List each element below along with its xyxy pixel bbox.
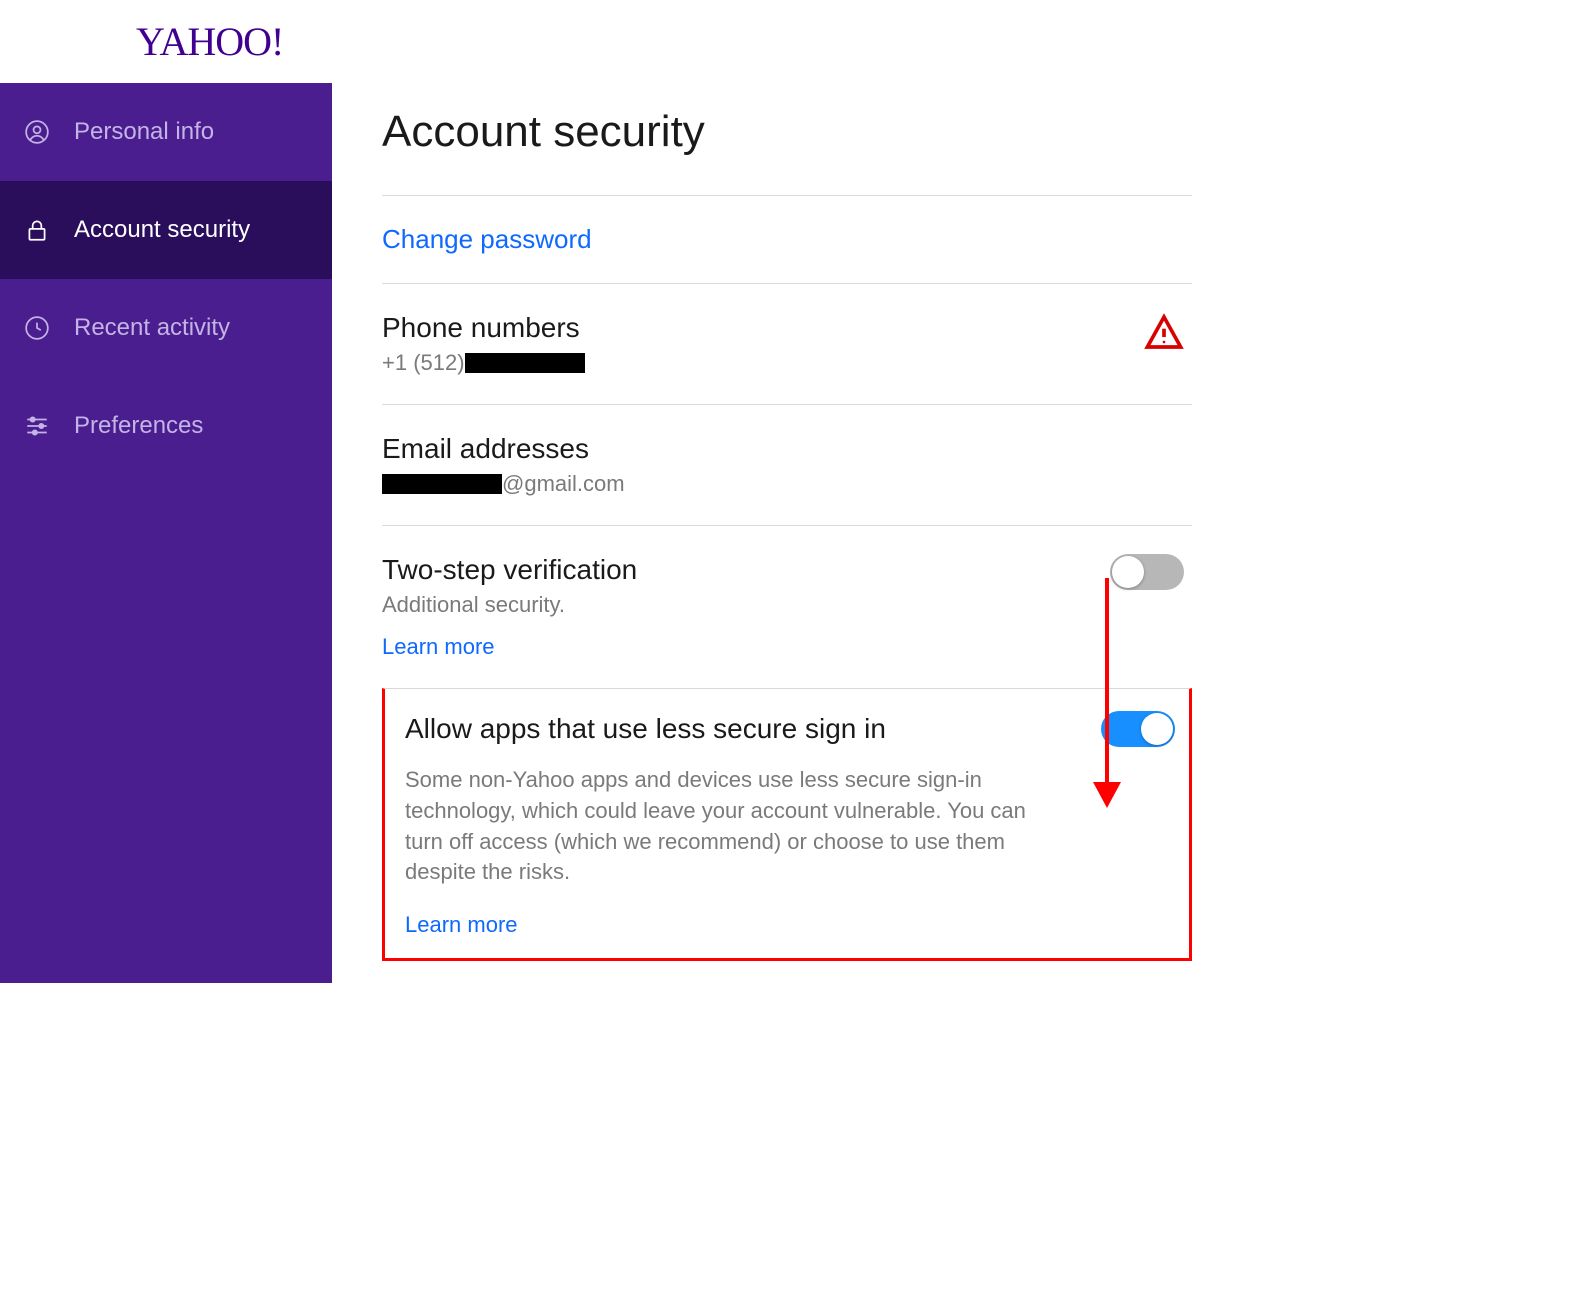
section-phone-numbers[interactable]: Phone numbers +1 (512) bbox=[382, 283, 1192, 404]
main-content: Account security Change password Phone n… bbox=[332, 83, 1192, 983]
annotation-arrow-icon bbox=[1087, 578, 1127, 813]
sidebar-item-account-security[interactable]: Account security bbox=[0, 181, 332, 279]
section-less-secure-apps: Allow apps that use less secure sign in … bbox=[382, 688, 1192, 961]
sidebar-item-label: Account security bbox=[74, 216, 250, 244]
redacted-block bbox=[382, 474, 502, 494]
person-icon bbox=[20, 115, 54, 149]
email-value: @gmail.com bbox=[382, 471, 1192, 497]
clock-icon bbox=[20, 311, 54, 345]
learn-more-link[interactable]: Learn more bbox=[382, 634, 495, 660]
section-description: Some non-Yahoo apps and devices use less… bbox=[405, 765, 1045, 888]
section-title: Email addresses bbox=[382, 433, 1192, 465]
learn-more-link[interactable]: Learn more bbox=[405, 912, 518, 938]
phone-warning bbox=[1144, 312, 1184, 357]
yahoo-logo: YAHOO! bbox=[136, 18, 283, 65]
header: YAHOO! bbox=[0, 0, 1192, 83]
phone-number-value: +1 (512) bbox=[382, 350, 1192, 376]
section-title: Allow apps that use less secure sign in bbox=[405, 713, 1169, 745]
change-password-link[interactable]: Change password bbox=[382, 224, 592, 255]
sidebar-item-label: Preferences bbox=[74, 412, 203, 440]
lock-icon bbox=[20, 213, 54, 247]
redacted-block bbox=[465, 353, 585, 373]
section-email-addresses[interactable]: Email addresses @gmail.com bbox=[382, 404, 1192, 525]
sidebar-item-label: Personal info bbox=[74, 118, 214, 146]
section-subtitle: Additional security. bbox=[382, 592, 1192, 618]
sidebar-item-label: Recent activity bbox=[74, 314, 230, 342]
sidebar-item-recent-activity[interactable]: Recent activity bbox=[0, 279, 332, 377]
page-title: Account security bbox=[382, 107, 1192, 157]
section-two-step-verification: Two-step verification Additional securit… bbox=[382, 525, 1192, 688]
section-change-password: Change password bbox=[382, 195, 1192, 283]
phone-prefix: +1 (512) bbox=[382, 350, 465, 375]
email-suffix: @gmail.com bbox=[502, 471, 625, 496]
sliders-icon bbox=[20, 409, 54, 443]
sidebar-item-personal-info[interactable]: Personal info bbox=[0, 83, 332, 181]
warning-icon bbox=[1144, 339, 1184, 356]
sidebar-item-preferences[interactable]: Preferences bbox=[0, 377, 332, 475]
section-title: Phone numbers bbox=[382, 312, 1192, 344]
section-title: Two-step verification bbox=[382, 554, 1192, 586]
sidebar: Personal info Account security Recent ac… bbox=[0, 83, 332, 983]
